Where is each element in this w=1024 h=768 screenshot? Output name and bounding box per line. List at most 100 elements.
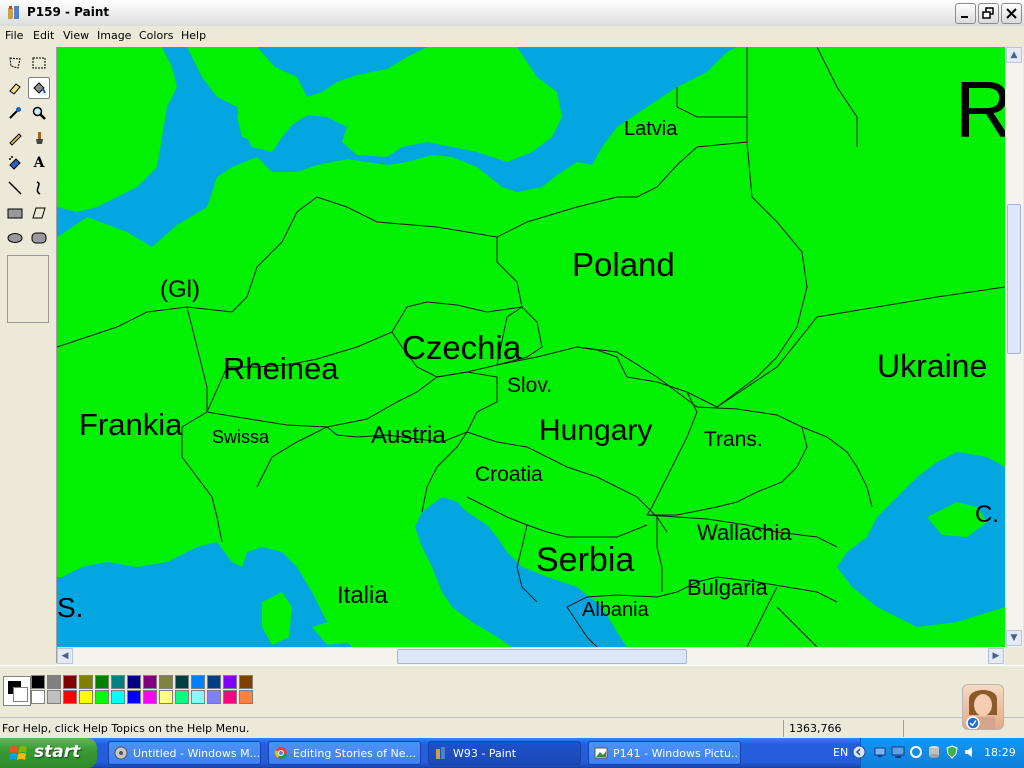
palette-swatch[interactable] — [223, 675, 237, 689]
menu-view[interactable]: View — [63, 29, 89, 42]
close-button[interactable] — [1001, 3, 1022, 24]
palette-swatch[interactable] — [191, 690, 205, 704]
palette-swatch[interactable] — [175, 690, 189, 704]
fill-with-color-icon[interactable] — [28, 77, 50, 99]
pick-color-icon[interactable] — [4, 102, 26, 124]
scroll-down-arrow-icon[interactable]: ▼ — [1006, 630, 1022, 646]
palette-swatch[interactable] — [207, 675, 221, 689]
eraser-icon[interactable] — [4, 77, 26, 99]
horizontal-scroll-thumb[interactable] — [397, 649, 687, 664]
status-separator — [783, 720, 784, 737]
palette-swatch[interactable] — [47, 690, 61, 704]
airbrush-icon[interactable] — [4, 152, 26, 174]
menu-colors[interactable]: Colors — [139, 29, 173, 42]
palette-swatch[interactable] — [111, 690, 125, 704]
horizontal-scrollbar[interactable]: ◀ ▶ — [57, 647, 1005, 665]
monitor-icon[interactable] — [891, 745, 905, 759]
scroll-left-arrow-icon[interactable]: ◀ — [57, 648, 73, 664]
rectangle-icon[interactable] — [4, 202, 26, 224]
palette-swatch[interactable] — [239, 675, 253, 689]
current-colors-indicator[interactable] — [3, 676, 31, 706]
palette-swatch[interactable] — [207, 690, 221, 704]
palette-swatch[interactable] — [143, 675, 157, 689]
volume-icon[interactable] — [963, 745, 977, 759]
label-serbia: Serbia — [536, 541, 634, 579]
language-indicator[interactable]: EN — [833, 746, 848, 759]
menu-help[interactable]: Help — [181, 29, 206, 42]
system-tray: 18:29 — [852, 738, 1024, 768]
paint-icon — [436, 747, 445, 759]
tool-box: A — [0, 47, 57, 663]
task-label: P141 - Windows Pictu... — [613, 747, 739, 760]
menu-edit[interactable]: Edit — [33, 29, 54, 42]
palette-swatch[interactable] — [79, 675, 93, 689]
palette-swatch[interactable] — [239, 690, 253, 704]
window-title: P159 - Paint — [27, 5, 110, 19]
user-avatar[interactable] — [962, 684, 1004, 730]
tray-expand-icon[interactable] — [852, 745, 866, 759]
clock[interactable]: 18:29 — [984, 746, 1016, 759]
scroll-up-arrow-icon[interactable]: ▲ — [1006, 47, 1022, 63]
palette-swatch[interactable] — [127, 675, 141, 689]
palette-swatch[interactable] — [95, 690, 109, 704]
label-trans: Trans. — [704, 428, 763, 451]
security-shield-icon[interactable] — [945, 745, 959, 759]
magnifier-icon[interactable] — [28, 102, 50, 124]
palette-swatch[interactable] — [223, 690, 237, 704]
menu-file[interactable]: File — [5, 29, 23, 42]
menu-image[interactable]: Image — [97, 29, 131, 42]
task-label: Untitled - Windows M... — [133, 747, 259, 760]
network-icon[interactable] — [873, 745, 887, 759]
paint-app-icon — [8, 6, 19, 19]
palette-swatch[interactable] — [63, 690, 77, 704]
taskbar-item-picture-viewer[interactable]: P141 - Windows Pictu... — [588, 741, 741, 765]
database-icon[interactable] — [927, 745, 941, 759]
pencil-icon[interactable] — [4, 127, 26, 149]
label-swissa: Swissa — [212, 427, 270, 447]
palette-swatch[interactable] — [31, 675, 45, 689]
palette-swatch[interactable] — [31, 690, 45, 704]
palette-swatch[interactable] — [63, 675, 77, 689]
rounded-rectangle-icon[interactable] — [28, 227, 50, 249]
palette-swatch[interactable] — [95, 675, 109, 689]
tool-options-box[interactable] — [7, 255, 49, 323]
palette-swatch[interactable] — [191, 675, 205, 689]
windows-movie-maker-icon — [114, 746, 128, 760]
palette-swatch[interactable] — [127, 690, 141, 704]
sardinia-land — [262, 592, 292, 645]
label-frankia: Frankia — [79, 407, 183, 442]
label-rheinea: Rheinea — [223, 351, 339, 386]
britain-land — [57, 47, 177, 212]
restore-button[interactable] — [978, 3, 999, 24]
minimize-button[interactable] — [955, 3, 976, 24]
label-czechia: Czechia — [402, 329, 522, 366]
palette-swatch[interactable] — [79, 690, 93, 704]
palette-swatch[interactable] — [47, 675, 61, 689]
palette-swatch[interactable] — [111, 675, 125, 689]
label-ukraine: Ukraine — [877, 348, 987, 384]
brush-icon[interactable] — [28, 127, 50, 149]
palette-swatch[interactable] — [159, 690, 173, 704]
palette-swatch[interactable] — [143, 690, 157, 704]
scroll-right-arrow-icon[interactable]: ▶ — [988, 648, 1004, 664]
curve-icon[interactable] — [28, 177, 50, 199]
free-form-select-icon[interactable] — [4, 52, 26, 74]
task-label: Editing Stories of Ne... — [293, 747, 416, 760]
taskbar-item-movie-maker[interactable]: Untitled - Windows M... — [108, 741, 261, 765]
vertical-scroll-thumb[interactable] — [1007, 204, 1021, 354]
sync-icon[interactable] — [909, 745, 923, 759]
label-austria: Austria — [371, 422, 446, 449]
polygon-icon[interactable] — [28, 202, 50, 224]
line-icon[interactable] — [4, 177, 26, 199]
label-r: R — [955, 65, 1005, 154]
palette-swatch[interactable] — [175, 675, 189, 689]
ellipse-icon[interactable] — [4, 227, 26, 249]
taskbar-item-chrome[interactable]: Editing Stories of Ne... — [268, 741, 421, 765]
vertical-scrollbar[interactable]: ▲ ▼ — [1005, 47, 1023, 647]
palette-swatch[interactable] — [159, 675, 173, 689]
drawing-canvas[interactable]: Latvia R Poland (Gl) Czechia Rheinea Slo… — [57, 47, 1005, 647]
text-icon[interactable]: A — [28, 152, 50, 174]
select-icon[interactable] — [28, 52, 50, 74]
taskbar-item-paint[interactable]: W93 - Paint — [428, 741, 581, 765]
start-button[interactable]: start — [0, 738, 97, 768]
